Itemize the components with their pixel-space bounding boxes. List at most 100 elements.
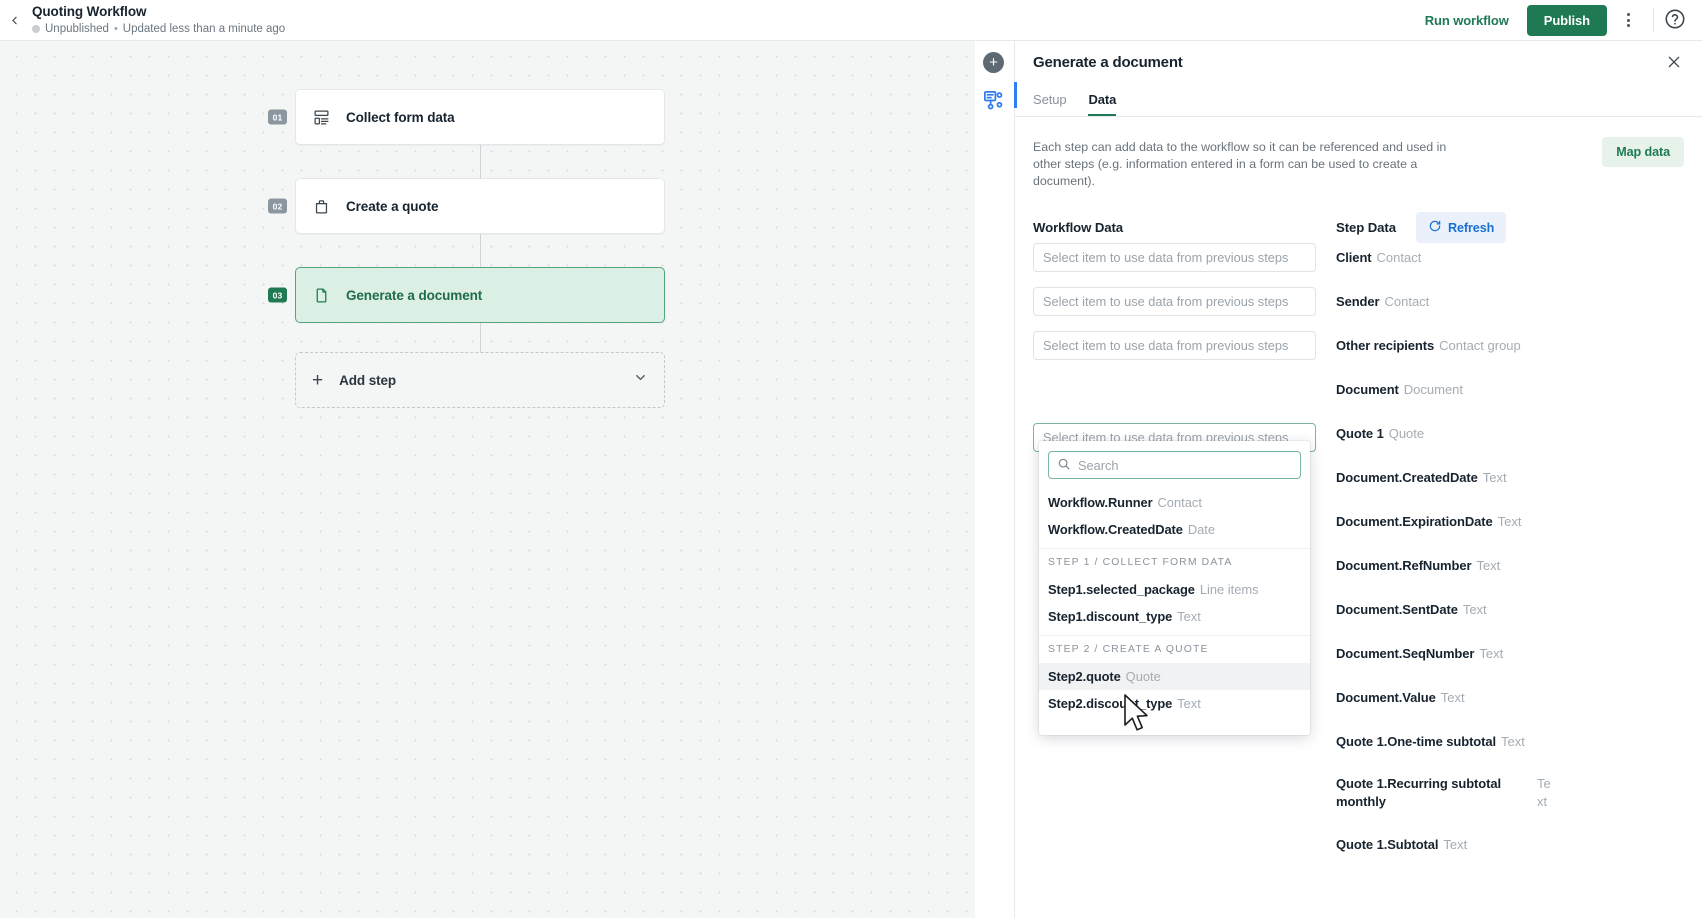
add-step-button[interactable]: + Add step: [295, 352, 665, 408]
briefcase-icon: [309, 198, 333, 215]
active-tab-accent-bar: [1014, 82, 1017, 108]
step-number-badge: 03: [268, 288, 287, 303]
tab-data[interactable]: Data: [1088, 92, 1116, 116]
dropdown-search-wrap: Search: [1039, 441, 1310, 485]
search-placeholder: Search: [1078, 458, 1119, 473]
dropdown-item-step1-selected-package[interactable]: Step1.selected_package Line items: [1039, 576, 1310, 603]
close-icon[interactable]: [1663, 51, 1685, 73]
step-data-name: Document.ExpirationDate: [1336, 514, 1493, 529]
top-bar-actions: Run workflow Publish: [1415, 0, 1702, 41]
step-data-row: Other recipients Contact group: [1336, 331, 1691, 360]
dropdown-item-type: Date: [1188, 522, 1215, 537]
workflow-canvas[interactable]: 01 Collect form data 02 Create a quote 0…: [0, 41, 975, 918]
step-data-type: Contact: [1384, 294, 1429, 309]
search-icon: [1057, 457, 1071, 474]
step-data-name: Document.Value: [1336, 690, 1436, 705]
panel-header: Generate a document: [1015, 41, 1702, 83]
step-data-type: Text: [1443, 837, 1467, 852]
step-data-row: Client Contact: [1336, 243, 1691, 272]
step-data-type: Contact: [1377, 250, 1422, 265]
step-data-type: Text: [1501, 734, 1525, 749]
dropdown-item-type: Quote: [1126, 669, 1161, 684]
workflow-step-3[interactable]: 03 Generate a document: [295, 267, 665, 323]
plus-circle-icon[interactable]: +: [983, 52, 1004, 73]
step-data-row: Quote 1.Subtotal Text: [1336, 830, 1691, 859]
add-step-label: Add step: [339, 373, 396, 388]
dropdown-item-type: Text: [1177, 696, 1201, 711]
document-icon: [309, 287, 333, 304]
step-data-name: Quote 1.Subtotal: [1336, 837, 1438, 852]
search-input[interactable]: Search: [1048, 451, 1301, 479]
step-data-name: Document.RefNumber: [1336, 558, 1471, 573]
step-data-row: Quote 1.One-time subtotal Text: [1336, 727, 1691, 756]
column-headers: Workflow Data Step Data Refresh: [1033, 217, 1684, 243]
step-data-type: Text: [1463, 602, 1487, 617]
step-data-row: Quote 1 Quote: [1336, 419, 1691, 448]
step-number-badge: 02: [268, 199, 287, 214]
status-dot-icon: [32, 25, 40, 33]
workflow-data-select-client[interactable]: Select item to use data from previous st…: [1033, 243, 1316, 272]
refresh-icon: [1428, 219, 1442, 236]
step-data-column: Client Contact Sender Contact Other reci…: [1336, 243, 1691, 874]
updated-timestamp: Updated less than a minute ago: [123, 22, 285, 36]
step-data-row: Document.CreatedDate Text: [1336, 463, 1691, 492]
step-data-name: Document.SentDate: [1336, 602, 1458, 617]
dropdown-item-workflow-runner[interactable]: Workflow.Runner Contact: [1039, 489, 1310, 516]
help-circle-icon[interactable]: [1664, 8, 1688, 32]
step-data-row: Document.SeqNumber Text: [1336, 639, 1691, 668]
dropdown-item-workflow-createddate[interactable]: Workflow.CreatedDate Date: [1039, 516, 1310, 543]
select-placeholder: Select item to use data from previous st…: [1043, 294, 1288, 309]
panel-description: Each step can add data to the workflow s…: [1033, 139, 1465, 190]
page-title: Quoting Workflow: [32, 4, 285, 19]
tab-setup[interactable]: Setup: [1033, 92, 1066, 116]
step-data-row: Document.RefNumber Text: [1336, 551, 1691, 580]
step-data-name: Quote 1.Recurring subtotal monthly: [1336, 775, 1532, 811]
workflow-data-header: Workflow Data: [1033, 220, 1123, 235]
step-data-type: Quote: [1389, 426, 1424, 441]
dropdown-item-step1-discount-type[interactable]: Step1.discount_type Text: [1039, 603, 1310, 630]
step-data-type: Contact group: [1439, 338, 1521, 353]
step-data-type: Text: [1483, 470, 1507, 485]
dropdown-section-header-step1: STEP 1 / COLLECT FORM DATA: [1039, 548, 1310, 576]
dropdown-item-step2-quote[interactable]: Step2.quote Quote: [1039, 663, 1310, 690]
workflow-step-2[interactable]: 02 Create a quote: [295, 178, 665, 234]
step-data-header: Step Data: [1336, 220, 1396, 235]
step-data-type: Text: [1476, 558, 1500, 573]
step-data-row: Sender Contact: [1336, 287, 1691, 316]
connector-line: [480, 323, 481, 352]
step-label: Collect form data: [346, 110, 455, 125]
step-data-row: Document Document: [1336, 375, 1691, 404]
kebab-menu-icon[interactable]: [1613, 5, 1643, 35]
step-data-row: Document.ExpirationDate Text: [1336, 507, 1691, 536]
back-button[interactable]: [0, 0, 28, 41]
run-workflow-button[interactable]: Run workflow: [1415, 7, 1519, 34]
step-label: Create a quote: [346, 199, 438, 214]
step-data-type: Text: [1479, 646, 1503, 661]
workflow-data-select-other-recipients[interactable]: Select item to use data from previous st…: [1033, 331, 1316, 360]
panel-rail: +: [975, 41, 1014, 918]
data-source-dropdown[interactable]: Search Workflow.Runner Contact Workflow.…: [1039, 441, 1310, 735]
meta-separator: •: [114, 22, 118, 36]
workflow-data-select-sender[interactable]: Select item to use data from previous st…: [1033, 287, 1316, 316]
workflow-title-block: Quoting Workflow Unpublished • Updated l…: [32, 4, 285, 36]
map-data-button[interactable]: Map data: [1602, 137, 1684, 167]
step-label: Generate a document: [346, 288, 482, 303]
select-placeholder: Select item to use data from previous st…: [1043, 338, 1288, 353]
panel-tabs: Setup Data: [1015, 83, 1702, 117]
refresh-button[interactable]: Refresh: [1416, 212, 1506, 243]
step-data-name: Document: [1336, 382, 1399, 397]
chevron-left-icon: [8, 14, 21, 27]
plus-icon: +: [312, 371, 323, 390]
chevron-down-icon[interactable]: [633, 370, 648, 390]
dropdown-section-header-step2: STEP 2 / CREATE A QUOTE: [1039, 635, 1310, 663]
workflow-step-1[interactable]: 01 Collect form data: [295, 89, 665, 145]
publish-button[interactable]: Publish: [1527, 5, 1607, 36]
dropdown-item-name: Step1.discount_type: [1048, 609, 1172, 624]
step-data-type: Document: [1404, 382, 1463, 397]
dropdown-item-name: Workflow.CreatedDate: [1048, 522, 1183, 537]
step-data-row: Document.Value Text: [1336, 683, 1691, 712]
step-data-name: Quote 1: [1336, 426, 1384, 441]
dropdown-item-step2-discount-type[interactable]: Step2.discount_type Text: [1039, 690, 1310, 717]
dropdown-item-name: Step1.selected_package: [1048, 582, 1195, 597]
workflow-data-icon[interactable]: [982, 89, 1005, 112]
